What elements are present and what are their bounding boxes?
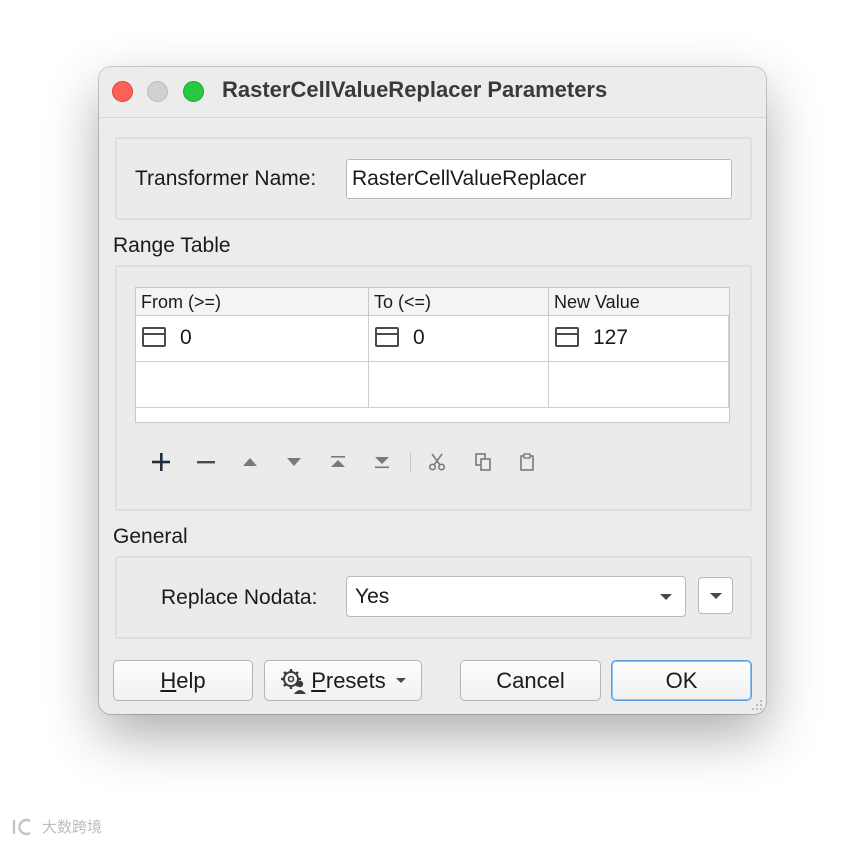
cancel-button[interactable]: Cancel: [460, 660, 601, 701]
general-title: General: [113, 525, 188, 548]
move-to-bottom-icon: [375, 457, 389, 469]
dialog-window: RasterCellValueReplacer Parameters Trans…: [99, 67, 766, 714]
transformer-name-group: Transformer Name: RasterCellValueReplace…: [115, 137, 752, 220]
value-editor-icon[interactable]: [375, 327, 399, 347]
cell-value: 0: [413, 326, 425, 349]
cell-value: 0: [180, 326, 192, 349]
column-header-new-value[interactable]: New Value: [549, 288, 729, 316]
move-to-bottom-button[interactable]: [368, 448, 396, 476]
watermark: 大数跨境: [10, 816, 102, 837]
chevron-down-icon: [710, 593, 722, 599]
range-table-title: Range Table: [113, 234, 231, 257]
help-mnemonic: H: [160, 667, 177, 693]
presets-mnemonic: P: [311, 667, 326, 693]
replace-nodata-label: Replace Nodata:: [161, 586, 318, 609]
replace-nodata-options-button[interactable]: [698, 577, 733, 614]
triangle-down-icon: [287, 458, 301, 466]
chevron-down-icon: [660, 594, 672, 600]
replace-nodata-value: Yes: [355, 585, 390, 608]
chevron-down-icon: [395, 677, 406, 683]
help-label: elp: [176, 667, 206, 693]
move-to-top-button[interactable]: [324, 448, 352, 476]
column-header-from[interactable]: From (>=): [136, 288, 369, 316]
value-editor-icon[interactable]: [142, 327, 166, 347]
copy-icon: [475, 453, 491, 471]
ok-button[interactable]: OK: [611, 660, 752, 701]
minimize-window-button[interactable]: [147, 81, 168, 102]
value-editor-icon[interactable]: [555, 327, 579, 347]
scissors-icon: [428, 453, 446, 471]
maximize-window-button[interactable]: [183, 81, 204, 102]
table-cell-empty[interactable]: [549, 362, 729, 408]
watermark-text: 大数跨境: [42, 819, 103, 836]
title-bar: RasterCellValueReplacer Parameters: [99, 67, 766, 118]
presets-label: resets: [325, 667, 386, 693]
presets-gear-user-icon: [281, 668, 307, 694]
table-cell-empty[interactable]: [136, 362, 369, 408]
paste-button[interactable]: [513, 448, 541, 476]
presets-button[interactable]: Presets: [264, 660, 422, 701]
cell-value: 127: [593, 326, 629, 349]
watermark-logo-icon: [12, 818, 31, 835]
range-table: From (>=) To (<=) New Value 0 0 127: [135, 287, 730, 423]
replace-nodata-select[interactable]: Yes: [346, 576, 686, 617]
add-row-button[interactable]: [147, 448, 175, 476]
remove-row-button[interactable]: [192, 448, 220, 476]
triangle-up-icon: [243, 458, 257, 466]
move-up-button[interactable]: [236, 448, 264, 476]
toolbar-separator: [410, 452, 411, 472]
close-window-button[interactable]: [112, 81, 133, 102]
window-title: RasterCellValueReplacer Parameters: [222, 77, 608, 102]
column-header-to[interactable]: To (<=): [369, 288, 549, 316]
move-down-button[interactable]: [280, 448, 308, 476]
table-cell-new-value[interactable]: 127: [549, 316, 729, 362]
general-group: Replace Nodata: Yes: [115, 556, 752, 639]
transformer-name-label: Transformer Name:: [135, 167, 317, 190]
help-button[interactable]: Help: [113, 660, 253, 701]
table-cell-empty[interactable]: [369, 362, 549, 408]
cut-button[interactable]: [423, 448, 451, 476]
table-cell-to[interactable]: 0: [369, 316, 549, 362]
table-cell-from[interactable]: 0: [136, 316, 369, 362]
move-to-top-icon: [331, 456, 345, 467]
copy-button[interactable]: [469, 448, 497, 476]
transformer-name-input[interactable]: RasterCellValueReplacer: [346, 159, 732, 199]
minus-icon: [197, 461, 215, 464]
clipboard-icon: [520, 453, 534, 471]
plus-icon: [152, 453, 170, 471]
resize-grip-icon[interactable]: [751, 699, 763, 711]
